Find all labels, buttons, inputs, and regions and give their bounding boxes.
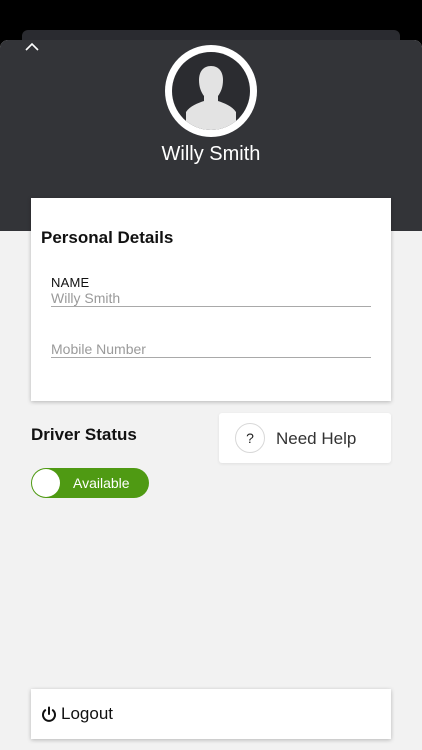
chevron-up-icon xyxy=(25,42,39,51)
logout-label: Logout xyxy=(61,704,113,723)
user-silhouette-icon xyxy=(186,66,236,130)
personal-details-title: Personal Details xyxy=(41,228,174,247)
need-help-button[interactable]: ? Need Help xyxy=(219,413,391,463)
avatar-image xyxy=(172,52,250,130)
mobile-number-field[interactable]: Mobile Number xyxy=(51,341,371,358)
name-field-label: NAME xyxy=(51,275,90,290)
profile-name: Willy Smith xyxy=(161,143,261,165)
toggle-knob xyxy=(32,469,60,497)
profile-sheet: Willy Smith Personal Details NAME Willy … xyxy=(0,40,422,750)
driver-status-title: Driver Status xyxy=(31,425,137,444)
power-icon xyxy=(42,706,56,722)
logout-button[interactable]: Logout xyxy=(31,689,391,739)
mobile-number-placeholder: Mobile Number xyxy=(51,341,146,357)
availability-toggle-label: Available xyxy=(73,475,130,491)
question-mark-icon: ? xyxy=(235,423,265,453)
name-field-underline xyxy=(51,306,371,307)
name-field[interactable]: NAME Willy Smith xyxy=(51,275,371,307)
mobile-number-underline xyxy=(51,357,371,358)
personal-details-card: Personal Details NAME Willy Smith Mobile… xyxy=(31,198,391,401)
collapse-button[interactable] xyxy=(20,40,44,56)
avatar[interactable] xyxy=(165,45,257,137)
app-screen: Willy Smith Personal Details NAME Willy … xyxy=(0,0,422,750)
name-field-value: Willy Smith xyxy=(51,290,121,306)
availability-toggle[interactable]: Available xyxy=(31,468,149,498)
need-help-label: Need Help xyxy=(276,429,357,448)
